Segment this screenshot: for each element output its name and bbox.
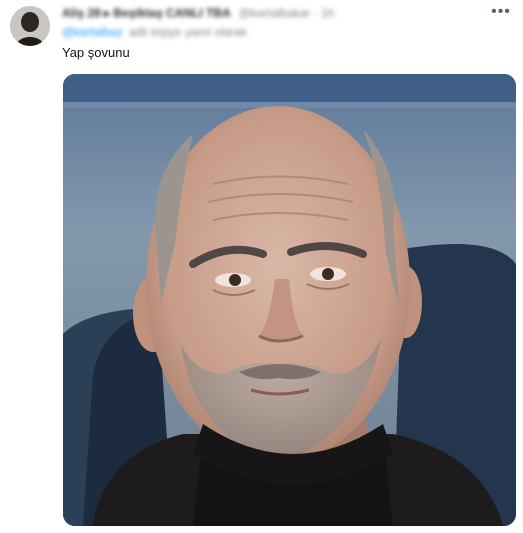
- more-horizontal-icon[interactable]: •••: [489, 2, 513, 22]
- tweet-media-photo[interactable]: [63, 74, 516, 526]
- replying-to: @kartalbaz adlı kişiye yanıt olarak: [62, 25, 282, 39]
- tweet-text: Yap şovunu: [62, 45, 130, 60]
- avatar[interactable]: [10, 6, 50, 46]
- author-info[interactable]: Aliş 28 ▸ Beşiktaş CANLI TBA @kartalbaka…: [62, 6, 402, 20]
- author-handle[interactable]: @kartalbakar · 1h: [239, 6, 335, 20]
- reply-handle-link[interactable]: @kartalbaz: [62, 25, 123, 39]
- author-name[interactable]: Aliş 28 ▸ Beşiktaş CANLI TBA: [62, 6, 231, 20]
- reply-context-text: adlı kişiye yanıt olarak: [128, 25, 247, 39]
- tweet[interactable]: Aliş 28 ▸ Beşiktaş CANLI TBA @kartalbaka…: [0, 0, 523, 533]
